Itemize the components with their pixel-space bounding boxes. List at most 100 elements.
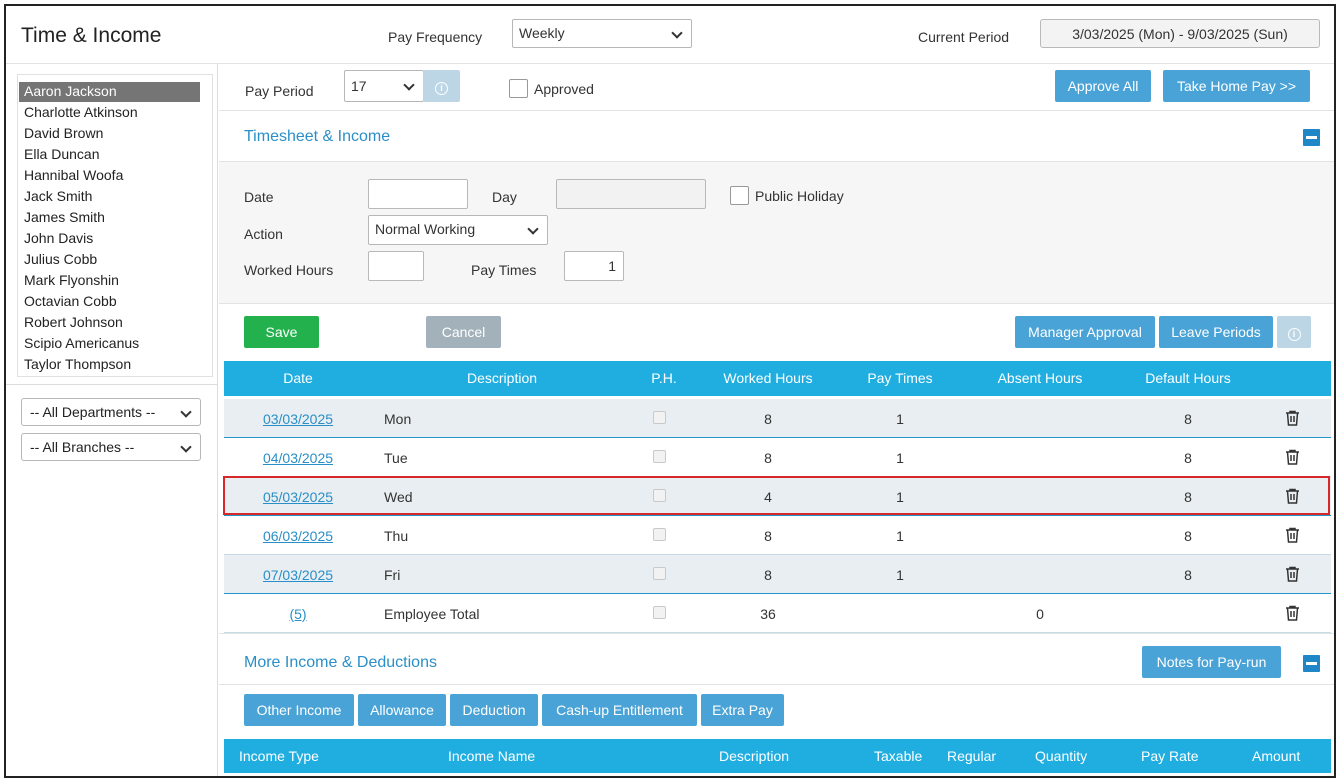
notes-for-pay-run-button[interactable]: Notes for Pay-run bbox=[1142, 646, 1281, 678]
trash-icon[interactable] bbox=[1285, 605, 1300, 624]
branch-filter[interactable]: -- All Branches -- bbox=[21, 433, 201, 461]
default-hours-cell: 8 bbox=[1184, 528, 1192, 544]
description-cell: Wed bbox=[384, 489, 413, 505]
tab-cash-up-entitlement[interactable]: Cash-up Entitlement bbox=[542, 694, 697, 726]
employee-list-item[interactable]: Scipio Americanus bbox=[19, 334, 200, 354]
employee-list-item[interactable]: James Smith bbox=[19, 208, 200, 228]
chevron-down-icon bbox=[403, 79, 415, 91]
day-label: Day bbox=[492, 189, 517, 205]
tab-allowance[interactable]: Allowance bbox=[358, 694, 446, 726]
employee-list[interactable]: Aaron Jackson Charlotte Atkinson David Bro… bbox=[17, 74, 213, 377]
table-row: 07/03/2025 Fri 8 1 8 bbox=[224, 555, 1331, 594]
trash-icon[interactable] bbox=[1285, 566, 1300, 585]
date-link[interactable]: 04/03/2025 bbox=[253, 450, 343, 466]
public-holiday-row-checkbox bbox=[653, 450, 666, 463]
employee-list-item[interactable]: David Brown bbox=[19, 124, 200, 144]
date-link[interactable]: (5) bbox=[253, 606, 343, 622]
save-button[interactable]: Save bbox=[244, 316, 319, 348]
pay-frequency-select[interactable]: Weekly bbox=[512, 19, 692, 48]
public-holiday-row-checkbox bbox=[653, 411, 666, 424]
worked-hours-cell: 4 bbox=[764, 489, 772, 505]
public-holiday-row-checkbox bbox=[653, 489, 666, 502]
leave-periods-button[interactable]: Leave Periods bbox=[1159, 316, 1273, 348]
column-header-ph: P.H. bbox=[651, 370, 677, 386]
column-header-description: Description bbox=[466, 370, 538, 386]
action-select[interactable]: Normal Working bbox=[368, 215, 548, 245]
pay-times-input[interactable]: 1 bbox=[564, 251, 624, 281]
pay-frequency-label: Pay Frequency bbox=[388, 29, 483, 45]
column-header-quantity: Quantity bbox=[1035, 748, 1088, 764]
pay-period-select[interactable]: 17 bbox=[344, 70, 424, 102]
department-filter[interactable]: -- All Departments -- bbox=[21, 398, 201, 426]
trash-icon[interactable] bbox=[1285, 527, 1300, 546]
description-cell: Tue bbox=[384, 450, 408, 466]
worked-hours-input[interactable] bbox=[368, 251, 424, 281]
date-link[interactable]: 03/03/2025 bbox=[253, 411, 343, 427]
column-header-description: Description bbox=[719, 748, 790, 764]
public-holiday-row-checkbox bbox=[653, 606, 666, 619]
tab-deduction[interactable]: Deduction bbox=[450, 694, 538, 726]
chevron-down-icon bbox=[180, 406, 192, 418]
approved-checkbox[interactable] bbox=[509, 79, 528, 98]
divider bbox=[219, 110, 1334, 111]
column-header-taxable: Taxable bbox=[874, 748, 923, 764]
table-row: 04/03/2025 Tue 8 1 8 bbox=[224, 438, 1331, 477]
employee-list-item[interactable]: Charlotte Atkinson bbox=[19, 103, 200, 123]
branch-filter-value: -- All Branches -- bbox=[30, 439, 135, 455]
employee-list-item[interactable]: Robert Johnson bbox=[19, 313, 200, 333]
employee-list-item[interactable]: Taylor Thompson bbox=[19, 355, 200, 375]
tab-extra-pay[interactable]: Extra Pay bbox=[701, 694, 784, 726]
column-header-date: Date bbox=[283, 370, 313, 386]
absent-hours-cell: 0 bbox=[1036, 606, 1044, 622]
default-hours-cell: 8 bbox=[1184, 489, 1192, 505]
approve-all-button[interactable]: Approve All bbox=[1055, 70, 1151, 102]
department-filter-value: -- All Departments -- bbox=[30, 404, 156, 420]
column-header-default-hours: Default Hours bbox=[1145, 370, 1231, 386]
employee-list-item[interactable]: Julius Cobb bbox=[19, 250, 200, 270]
approved-label: Approved bbox=[534, 81, 594, 97]
day-field bbox=[556, 179, 706, 209]
collapse-income-button[interactable] bbox=[1303, 655, 1320, 672]
table-row: 05/03/2025 Wed 4 1 8 bbox=[224, 477, 1331, 516]
leave-info-button[interactable]: i bbox=[1277, 316, 1311, 348]
column-header-worked-hours: Worked Hours bbox=[723, 370, 813, 386]
employee-list-item[interactable]: Jack Smith bbox=[19, 187, 200, 207]
pay-times-cell: 1 bbox=[896, 528, 904, 544]
timesheet-section-title: Timesheet & Income bbox=[244, 128, 391, 145]
table-row: 06/03/2025 Thu 8 1 8 bbox=[224, 516, 1331, 555]
description-cell: Mon bbox=[384, 411, 412, 427]
default-hours-cell: 8 bbox=[1184, 450, 1192, 466]
employee-list-item[interactable]: Aaron Jackson bbox=[19, 82, 200, 102]
cancel-button[interactable]: Cancel bbox=[426, 316, 501, 348]
date-input[interactable] bbox=[368, 179, 468, 209]
column-header-amount: Amount bbox=[1252, 748, 1301, 764]
description-cell: Thu bbox=[384, 528, 409, 544]
employee-list-item[interactable]: Ella Duncan bbox=[19, 145, 200, 165]
date-link[interactable]: 06/03/2025 bbox=[253, 528, 343, 544]
pay-times-cell: 1 bbox=[896, 411, 904, 427]
page-title: Time & Income bbox=[21, 24, 162, 47]
divider bbox=[219, 633, 1334, 634]
take-home-pay-button[interactable]: Take Home Pay >> bbox=[1163, 70, 1310, 102]
current-period-field: 3/03/2025 (Mon) - 9/03/2025 (Sun) bbox=[1040, 19, 1320, 48]
employee-list-item[interactable]: Hannibal Woofa bbox=[19, 166, 200, 186]
tab-other-income[interactable]: Other Income bbox=[244, 694, 354, 726]
trash-icon[interactable] bbox=[1285, 410, 1300, 429]
trash-icon[interactable] bbox=[1285, 488, 1300, 507]
description-cell: Employee Total bbox=[384, 606, 480, 622]
app-window: Time & Income Pay Frequency Weekly Curre… bbox=[4, 4, 1336, 778]
manager-approval-button[interactable]: Manager Approval bbox=[1015, 316, 1155, 348]
employee-list-item[interactable]: Octavian Cobb bbox=[19, 292, 200, 312]
date-link[interactable]: 07/03/2025 bbox=[253, 567, 343, 583]
public-holiday-checkbox[interactable] bbox=[730, 186, 749, 205]
column-header-absent-hours: Absent Hours bbox=[997, 370, 1083, 386]
public-holiday-label: Public Holiday bbox=[755, 188, 844, 204]
public-holiday-row-checkbox bbox=[653, 567, 666, 580]
date-link[interactable]: 05/03/2025 bbox=[253, 489, 343, 505]
public-holiday-row-checkbox bbox=[653, 528, 666, 541]
employee-list-item[interactable]: John Davis bbox=[19, 229, 200, 249]
pay-period-info-button[interactable]: i bbox=[423, 70, 460, 102]
trash-icon[interactable] bbox=[1285, 449, 1300, 468]
employee-list-item[interactable]: Mark Flyonshin bbox=[19, 271, 200, 291]
collapse-timesheet-button[interactable] bbox=[1303, 129, 1320, 146]
